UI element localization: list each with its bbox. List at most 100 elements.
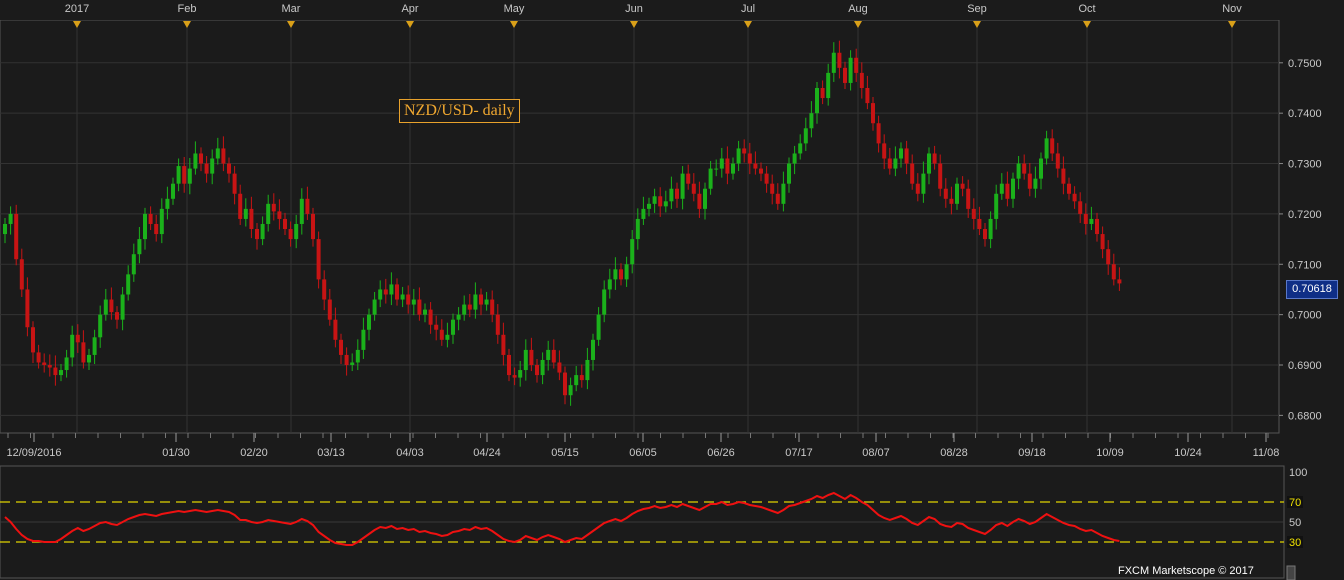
candle-down [25, 289, 30, 328]
candle-up [484, 299, 489, 305]
candle-down [249, 208, 254, 230]
candle-down [322, 279, 327, 300]
candle-up [596, 314, 601, 340]
y-tick-label: 0.7000 [1288, 310, 1322, 322]
candle-up [792, 153, 797, 164]
candle-down [1027, 173, 1032, 189]
candle-down [467, 304, 472, 310]
candle-down [691, 183, 696, 194]
candle-down [747, 153, 752, 164]
candle-down [47, 365, 52, 368]
candle-up [652, 196, 657, 204]
candle-up [613, 269, 618, 280]
candle-down [19, 259, 24, 290]
candle-up [1089, 218, 1094, 224]
oscillator-scrollbar[interactable] [1286, 565, 1296, 580]
candle-down [417, 299, 422, 315]
candle-up [815, 87, 819, 114]
candle-up [719, 158, 724, 169]
candle-up [103, 299, 108, 315]
candle-down [36, 352, 41, 363]
candle-up [355, 349, 360, 363]
candle-up [988, 218, 993, 240]
candle-up [523, 349, 528, 371]
candle-down [915, 183, 920, 194]
candle-down [238, 193, 243, 219]
candle-up [669, 188, 674, 202]
candle-up [87, 354, 91, 363]
candle-up [3, 223, 7, 235]
candle-down [479, 294, 483, 305]
candle-down [1061, 168, 1066, 184]
candle-down [871, 103, 875, 124]
candle-down [876, 123, 881, 144]
price-chart[interactable]: 2017 Feb Mar Apr May Jun Jul Aug Sep Oct Nov 12/09… [0, 0, 1344, 580]
candle-up [848, 57, 853, 83]
candle-up [809, 113, 814, 129]
month-label: Mar [282, 3, 301, 15]
candle-down [339, 339, 343, 355]
candle-down [764, 173, 769, 184]
candle-down [966, 188, 971, 209]
candle-up [893, 158, 898, 169]
candle-up [574, 375, 579, 386]
candle-up [663, 201, 668, 207]
candle-up [8, 213, 13, 224]
candle-down [439, 329, 444, 340]
month-label: Jul [741, 3, 755, 15]
candle-up [1033, 178, 1038, 189]
candle-up [607, 279, 612, 290]
candle-down [490, 299, 495, 315]
candle-down [395, 284, 399, 300]
osc-tick-label: 50 [1289, 517, 1301, 529]
candle-down [1067, 183, 1071, 194]
candle-down [770, 183, 775, 194]
candle-up [59, 370, 63, 376]
candle-up [193, 153, 198, 169]
candle-up [260, 223, 265, 240]
candle-down [115, 312, 119, 320]
candle-down [938, 163, 943, 189]
candle-up [159, 208, 164, 235]
candle-down [1100, 234, 1105, 250]
date-label: 10/09 [1096, 447, 1124, 459]
candle-down [31, 327, 35, 353]
candle-down [507, 354, 511, 376]
candle-up [955, 183, 959, 204]
candle-up [921, 173, 926, 194]
candle-down [535, 365, 539, 376]
date-label: 05/15 [551, 447, 579, 459]
candle-down [971, 208, 976, 219]
date-label: 04/24 [473, 447, 501, 459]
candle-down [53, 367, 58, 376]
date-label: 07/17 [785, 447, 813, 459]
candle-up [378, 289, 383, 300]
osc-tick-label: 70 [1289, 497, 1301, 509]
candle-down [759, 168, 763, 174]
chart-window: 2017 Feb Mar Apr May Jun Jul Aug Sep Oct Nov 12/09… [0, 0, 1344, 580]
candle-up [120, 294, 125, 320]
candle-down [725, 158, 730, 174]
candle-down [949, 198, 954, 204]
candle-down [1083, 213, 1088, 224]
candle-down [887, 158, 892, 169]
y-tick-label: 0.7300 [1288, 159, 1322, 171]
month-label: May [504, 3, 525, 15]
candle-up [781, 183, 786, 204]
candle-down [904, 148, 909, 164]
candle-down [1095, 218, 1099, 235]
date-label: 08/28 [940, 447, 968, 459]
candle-down [271, 203, 276, 212]
candle-up [70, 334, 75, 358]
candle-down [109, 299, 114, 313]
candle-up [826, 72, 831, 99]
candle-up [64, 357, 69, 371]
candle-down [882, 143, 887, 159]
candle-up [456, 314, 461, 320]
candle-down [619, 269, 623, 280]
candle-down [288, 229, 293, 240]
candle-up [389, 284, 394, 295]
candle-up [994, 193, 999, 219]
candle-down [697, 193, 702, 209]
candle-down [182, 166, 187, 184]
